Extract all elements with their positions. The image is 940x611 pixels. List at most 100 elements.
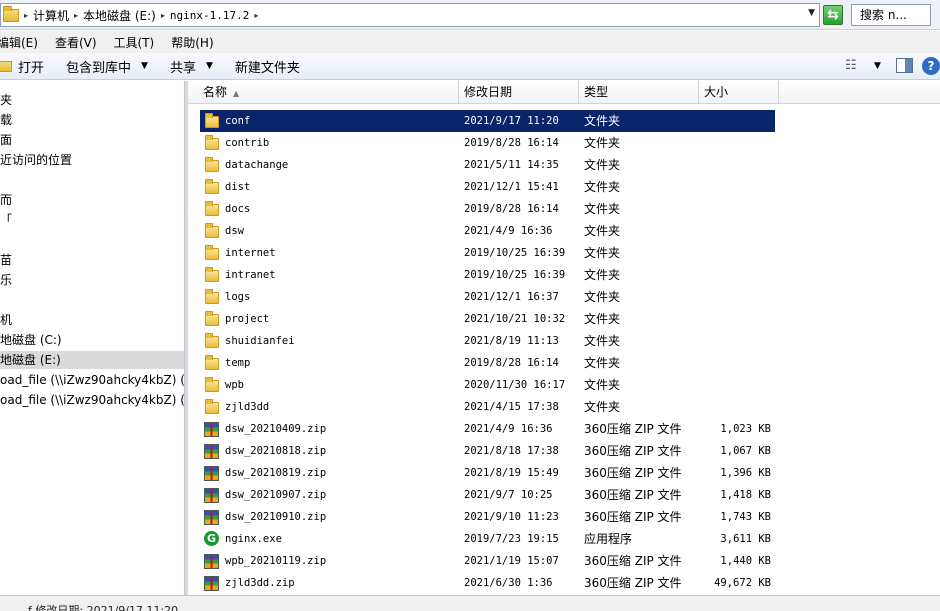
nav-item[interactable]: 地磁盘 (E:) [0, 351, 184, 369]
file-row[interactable]: wpb_20210119.zip 2021/1/19 15:07 360压缩 ZIP… [200, 550, 775, 572]
caret-down-icon: ▼ [205, 61, 213, 71]
file-row[interactable]: contrib 2019/8/28 16:14 文件夹 [200, 132, 775, 154]
file-row[interactable]: dist 2021/12/1 15:41 文件夹 [200, 176, 775, 198]
command-toolbar: 打开 包含到库中 ▼ 共享 ▼ 新建文件夹 ☷ ▼ ? [0, 53, 940, 80]
file-type: 文件夹 [584, 290, 621, 304]
file-name: dsw_20210907.zip [225, 489, 327, 501]
file-row[interactable]: dsw_20210818.zip 2021/8/18 17:38 360压缩 ZIP… [200, 440, 775, 462]
file-date: 2021/8/18 17:38 [464, 445, 559, 457]
menu-help[interactable]: 帮助(H) [171, 34, 213, 51]
menu-bar: 编辑(E) 查看(V) 工具(T) 帮助(H) [0, 31, 940, 53]
nav-item[interactable]: 载 [0, 111, 12, 129]
file-date: 2019/10/25 16:39 [464, 269, 566, 281]
nav-item[interactable]: oad_file (\\iZwz90ahcky4kbZ) (Y [0, 371, 184, 389]
file-row[interactable]: conf 2021/9/17 11:20 文件夹 [200, 110, 775, 132]
file-row[interactable]: dsw_20210409.zip 2021/4/9 16:36 360压缩 ZIP … [200, 418, 775, 440]
caret-down-icon[interactable]: ▼ [874, 61, 881, 71]
file-row[interactable]: temp 2019/8/28 16:14 文件夹 [200, 352, 775, 374]
file-name: dsw_20210910.zip [225, 511, 327, 523]
navigation-pane[interactable]: 夹载面近访问的位置而「苗乐机地磁盘 (C:) 地磁盘 (E:) oad_file (… [0, 81, 184, 595]
file-date: 2021/4/9 16:36 [464, 423, 553, 435]
nav-item[interactable]: oad_file (\\iZwz90ahcky4kbZ) (Z [0, 391, 184, 409]
file-row[interactable]: dsw_20210819.zip 2021/8/19 15:49 360压缩 ZIP… [200, 462, 775, 484]
file-type: 文件夹 [584, 158, 621, 172]
zip-archive-icon [204, 444, 219, 459]
file-row[interactable]: datachange 2021/5/11 14:35 文件夹 [200, 154, 775, 176]
chevron-right-icon[interactable]: ▸ [161, 11, 165, 20]
menu-tools[interactable]: 工具(T) [114, 34, 155, 51]
zip-archive-icon [204, 576, 219, 591]
column-header-name[interactable]: 名称 ▲ [198, 81, 459, 104]
folder-icon [205, 289, 219, 304]
status-bar: f 修改日期: 2021/9/17 11:20 [0, 595, 940, 611]
preview-pane-icon[interactable] [896, 58, 913, 73]
folder-icon [205, 157, 219, 172]
file-row[interactable]: Gnginx.exe 2019/7/23 19:15 应用程序 3,611 KB [200, 528, 775, 550]
file-type: 文件夹 [584, 246, 621, 260]
nav-item[interactable]: 「 [0, 211, 12, 229]
nav-item[interactable]: 近访问的位置 [0, 151, 72, 169]
file-row[interactable]: docs 2019/8/28 16:14 文件夹 [200, 198, 775, 220]
breadcrumb-local-disk-e[interactable]: 本地磁盘 (E:) [83, 7, 156, 24]
file-row[interactable]: dsw_20210910.zip 2021/9/10 11:23 360压缩 ZIP… [200, 506, 775, 528]
file-name: shuidianfei [225, 335, 295, 347]
file-name: temp [225, 357, 251, 369]
column-header-date[interactable]: 修改日期 [459, 81, 579, 104]
file-date: 2019/8/28 16:14 [464, 203, 559, 215]
file-row[interactable]: shuidianfei 2021/8/19 11:13 文件夹 [200, 330, 775, 352]
share-button[interactable]: 共享 ▼ [170, 57, 213, 76]
column-header-size[interactable]: 大小 [699, 81, 779, 104]
file-row[interactable]: dsw_20210907.zip 2021/9/7 10:25 360压缩 ZIP … [200, 484, 775, 506]
file-row[interactable]: zjld3dd.zip 2021/6/30 1:36 360压缩 ZIP 文件 49,… [200, 572, 775, 594]
refresh-button[interactable]: ⇆ [823, 5, 843, 25]
file-size [705, 154, 771, 176]
chevron-right-icon[interactable]: ▸ [24, 11, 28, 20]
file-size [705, 330, 771, 352]
file-name: dsw [225, 225, 244, 237]
include-in-library-button[interactable]: 包含到库中 ▼ [66, 57, 148, 76]
file-name: intranet [225, 269, 276, 281]
address-bar[interactable]: ▸ 计算机 ▸ 本地磁盘 (E:) ▸ nginx-1.17.2 ▸ ▼ [0, 3, 820, 27]
file-size: 1,396 KB [720, 467, 771, 479]
file-date: 2021/9/17 11:20 [464, 115, 559, 127]
file-list[interactable]: 名称 ▲ 修改日期 类型 大小 conf 2021/9/17 11:20 文件夹 con… [188, 81, 940, 595]
file-name: zjld3dd.zip [225, 577, 295, 589]
chevron-right-icon[interactable]: ▸ [74, 11, 78, 20]
file-type: 应用程序 [584, 532, 633, 546]
menu-view[interactable]: 查看(V) [55, 34, 97, 51]
nav-item[interactable]: 苗 [0, 251, 12, 269]
help-icon[interactable]: ? [922, 57, 940, 75]
file-date: 2019/8/28 16:14 [464, 357, 559, 369]
breadcrumb-computer[interactable]: 计算机 [33, 7, 69, 24]
zip-archive-icon [204, 488, 219, 503]
nav-item[interactable]: 面 [0, 131, 12, 149]
file-date: 2021/12/1 15:41 [464, 181, 559, 193]
nav-item[interactable]: 地磁盘 (C:) [0, 331, 62, 349]
folder-icon [3, 5, 19, 22]
file-row[interactable]: zjld3dd 2021/4/15 17:38 文件夹 [200, 396, 775, 418]
nav-item[interactable]: 而 [0, 191, 12, 209]
address-dropdown-icon[interactable]: ▼ [808, 8, 815, 18]
nav-item[interactable]: 夹 [0, 91, 12, 109]
open-button[interactable]: 打开 [0, 57, 44, 76]
column-header-type[interactable]: 类型 [579, 81, 699, 104]
file-name: nginx.exe [225, 533, 282, 545]
share-label: 共享 [169, 60, 196, 76]
menu-edit[interactable]: 编辑(E) [0, 34, 38, 51]
new-folder-button[interactable]: 新建文件夹 [235, 57, 300, 76]
file-row[interactable]: wpb 2020/11/30 16:17 文件夹 [200, 374, 775, 396]
file-row[interactable]: logs 2021/12/1 16:37 文件夹 [200, 286, 775, 308]
breadcrumb-nginx[interactable]: nginx-1.17.2 [170, 9, 249, 22]
view-options-icon[interactable]: ☷ [845, 58, 857, 73]
file-name: contrib [225, 137, 270, 149]
file-row[interactable]: internet 2019/10/25 16:39 文件夹 [200, 242, 775, 264]
folder-icon [205, 333, 219, 348]
file-size [705, 220, 771, 242]
search-input[interactable]: 搜索 n... [851, 4, 931, 26]
nav-item[interactable]: 机 [0, 311, 12, 329]
chevron-right-icon[interactable]: ▸ [254, 11, 258, 20]
file-row[interactable]: intranet 2019/10/25 16:39 文件夹 [200, 264, 775, 286]
file-row[interactable]: project 2021/10/21 10:32 文件夹 [200, 308, 775, 330]
nav-item[interactable]: 乐 [0, 271, 12, 289]
file-row[interactable]: dsw 2021/4/9 16:36 文件夹 [200, 220, 775, 242]
